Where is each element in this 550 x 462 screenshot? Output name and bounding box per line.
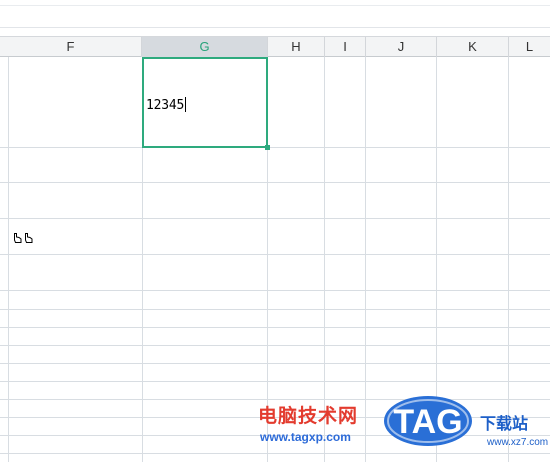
gridline — [0, 147, 550, 148]
toolbar-divider — [0, 5, 550, 6]
gridline — [0, 182, 550, 183]
gridline — [0, 254, 550, 255]
gridline — [508, 57, 509, 462]
watermark-site-url: www.tagxp.com — [260, 430, 351, 444]
column-header-j[interactable]: J — [366, 37, 437, 57]
cell-input[interactable]: 12345 — [146, 97, 187, 113]
toolbar-area — [0, 0, 550, 36]
gridline — [0, 381, 550, 382]
cell-value: 12345 — [146, 98, 185, 113]
text-caret — [185, 97, 187, 112]
active-cell-g[interactable]: 12345 — [142, 57, 268, 148]
column-header-row: F G H I J K L — [0, 36, 550, 57]
watermark-download-url: www.xz7.com — [487, 437, 549, 448]
tag-logo-icon: TAG — [384, 396, 472, 446]
gridline — [0, 327, 550, 328]
column-header-f[interactable]: F — [0, 37, 142, 57]
pointer-cursor-icon — [14, 233, 33, 243]
column-header-k[interactable]: K — [437, 37, 509, 57]
watermark-download-text: 下载站 — [480, 414, 529, 433]
fill-handle[interactable] — [265, 145, 270, 150]
gridline — [0, 309, 550, 310]
watermark-site-name: 电脑技术网 — [258, 405, 359, 427]
gridline — [0, 218, 550, 219]
column-header-h[interactable]: H — [268, 37, 325, 57]
gridline — [0, 290, 550, 291]
gridline — [365, 57, 366, 462]
column-header-g[interactable]: G — [142, 37, 268, 57]
formula-bar-divider — [0, 27, 550, 28]
gridline — [0, 363, 550, 364]
gridline — [0, 453, 550, 454]
gridline — [0, 345, 550, 346]
column-header-l[interactable]: L — [509, 37, 550, 57]
tag-logo-text: TAG — [393, 403, 462, 441]
gridline — [8, 57, 9, 462]
column-header-i[interactable]: I — [325, 37, 366, 57]
